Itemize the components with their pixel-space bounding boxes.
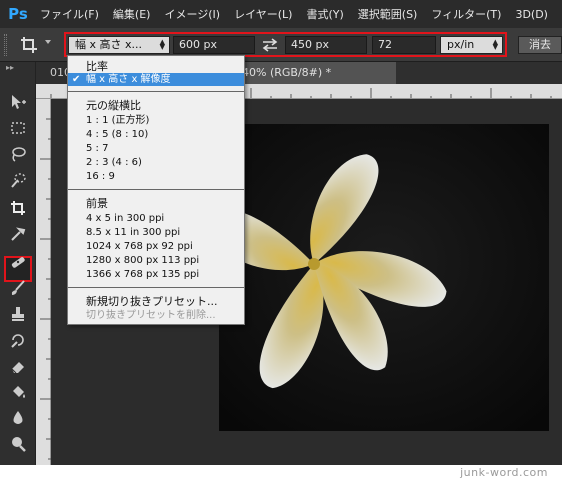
crop-icon[interactable] xyxy=(7,198,29,218)
blur-icon[interactable] xyxy=(7,408,29,428)
menu-file[interactable]: ファイル(F) xyxy=(32,6,106,22)
select-arrows-icon: ▲ ▼ xyxy=(492,38,498,51)
dd-item-ratio[interactable]: 4 : 5 (8 : 10) xyxy=(68,128,244,141)
photoshop-logo: Ps xyxy=(8,5,28,23)
dd-item-ratio[interactable]: 2 : 3 (4 : 6) xyxy=(68,156,244,169)
dd-separator xyxy=(68,287,244,288)
menu-filter[interactable]: フィルター(T) xyxy=(424,6,508,22)
menu-bar: Ps ファイル(F) 編集(E) イメージ(I) レイヤー(L) 書式(Y) 選… xyxy=(0,0,562,28)
collapse-chevron-icon[interactable]: ▸▸ xyxy=(6,63,14,72)
dodge-icon[interactable] xyxy=(7,434,29,454)
dd-separator xyxy=(68,91,244,92)
clear-button[interactable]: 消去 xyxy=(518,36,562,54)
dd-separator xyxy=(68,189,244,190)
quick-select-icon[interactable] xyxy=(7,170,29,190)
dd-item-front-image[interactable]: 前景 xyxy=(68,197,244,210)
lasso-icon[interactable] xyxy=(7,144,29,164)
dd-item-preset[interactable]: 1280 x 800 px 113 ppi xyxy=(68,254,244,267)
ratio-dropdown-menu: 比率 ✔ 幅 x 高さ x 解像度 元の縦横比 1 : 1 (正方形) 4 : … xyxy=(67,55,245,325)
swap-arrows-icon[interactable] xyxy=(259,37,281,53)
dd-item-preset[interactable]: 8.5 x 11 in 300 ppi xyxy=(68,226,244,239)
toolbar-header[interactable]: ▸▸ xyxy=(0,62,36,72)
move-icon[interactable] xyxy=(7,92,29,112)
canvas-image-plumeria[interactable] xyxy=(219,124,549,431)
dd-item-preset[interactable]: 1366 x 768 px 135 ppi xyxy=(68,268,244,281)
paint-bucket-icon[interactable] xyxy=(7,382,29,402)
history-brush-icon[interactable] xyxy=(7,330,29,350)
dd-item-new-preset[interactable]: 新規切り抜きプリセット... xyxy=(68,295,244,308)
marquee-icon[interactable] xyxy=(7,118,29,138)
menu-3d[interactable]: 3D(D) xyxy=(508,8,555,21)
eyedropper-icon[interactable] xyxy=(7,224,29,244)
resolution-unit-value: px/in xyxy=(447,38,475,51)
dd-item-original-ratio[interactable]: 元の縦横比 xyxy=(68,99,244,112)
select-arrows-icon: ▲ ▼ xyxy=(159,38,165,51)
ratio-select-value: 幅 x 高さ x... xyxy=(75,38,142,51)
document-tab-active[interactable]: 40% (RGB/8#) * xyxy=(236,62,396,84)
resolution-field[interactable]: 72 xyxy=(372,36,436,54)
dd-item-ratio[interactable]: 5 : 7 xyxy=(68,142,244,155)
healing-icon[interactable] xyxy=(7,252,29,272)
resolution-unit-select[interactable]: px/in ▲ ▼ xyxy=(440,36,503,54)
tools-panel: ▸▸ xyxy=(0,62,36,465)
width-field[interactable]: 600 px xyxy=(173,36,255,54)
checkmark-icon: ✔ xyxy=(72,74,81,85)
tool-preset-chevron-down-icon[interactable] xyxy=(45,40,51,44)
crop-icon[interactable] xyxy=(20,36,38,54)
brush-icon[interactable] xyxy=(7,278,29,298)
eraser-icon[interactable] xyxy=(7,356,29,376)
vertical-ruler xyxy=(36,99,51,465)
ratio-select[interactable]: 幅 x 高さ x... ▲ ▼ xyxy=(68,36,170,54)
stamp-icon[interactable] xyxy=(7,304,29,324)
dd-item-preset[interactable]: 4 x 5 in 300 ppi xyxy=(68,212,244,225)
menu-image[interactable]: イメージ(I) xyxy=(157,6,227,22)
menu-layer[interactable]: レイヤー(L) xyxy=(227,6,299,22)
dd-item-ratio[interactable]: 16 : 9 xyxy=(68,170,244,183)
flower-photo xyxy=(219,124,549,431)
dd-item-ratio[interactable]: 1 : 1 (正方形) xyxy=(68,114,244,127)
watermark: junk-word.com xyxy=(460,466,548,479)
menu-edit[interactable]: 編集(E) xyxy=(106,6,158,22)
menu-select[interactable]: 選択範囲(S) xyxy=(351,6,425,22)
dd-item-label: 幅 x 高さ x 解像度 xyxy=(86,74,171,85)
options-grip[interactable] xyxy=(4,34,7,56)
height-field[interactable]: 450 px xyxy=(285,36,367,54)
dd-item-delete-preset: 切り抜きプリセットを削除... xyxy=(86,310,216,321)
menu-type[interactable]: 書式(Y) xyxy=(299,6,350,22)
dd-header-ratio: 比率 xyxy=(86,60,108,73)
ruler-ticks xyxy=(40,118,51,460)
dd-item-size-resolution[interactable]: ✔ 幅 x 高さ x 解像度 xyxy=(68,73,244,86)
dd-item-preset[interactable]: 1024 x 768 px 92 ppi xyxy=(68,240,244,253)
